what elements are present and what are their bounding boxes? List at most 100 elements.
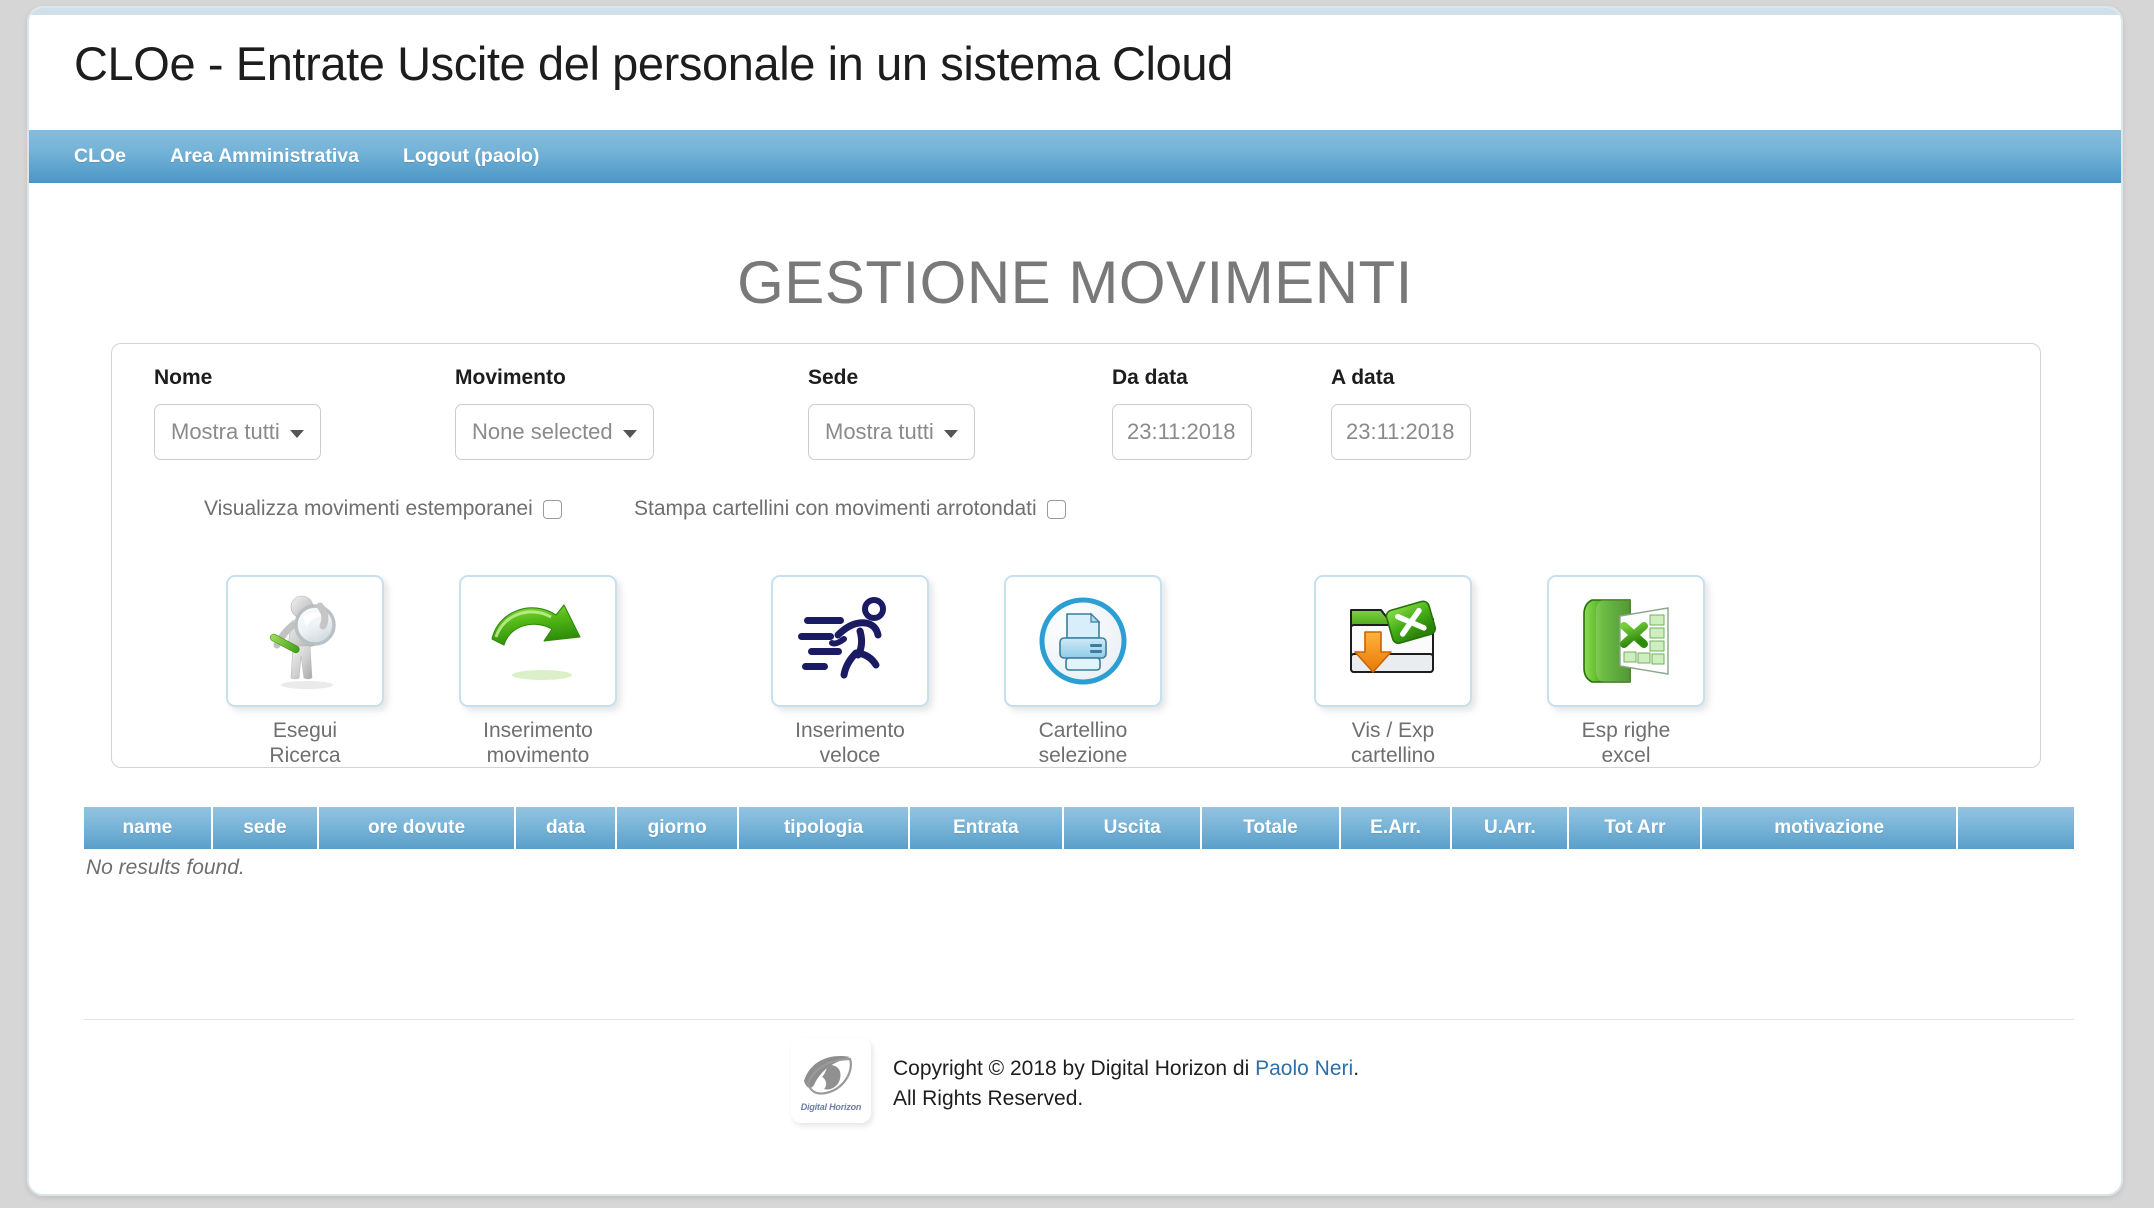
action-tile-inserimento-movimento <box>459 575 617 707</box>
field-group-movimento: Movimento None selected <box>455 366 654 460</box>
sede-dropdown[interactable]: Mostra tutti <box>808 404 975 460</box>
excel-sheet-icon <box>1583 599 1669 683</box>
field-group-sede: Sede Mostra tutti <box>808 366 975 460</box>
table-header-row: name sede ore dovute data giorno tipolog… <box>84 807 2074 849</box>
printer-circle-icon <box>1039 597 1127 685</box>
copyright-prefix: Copyright © 2018 by Digital Horizon di <box>892 1057 1256 1080</box>
action-label-line1: Cartellino <box>1038 719 1128 742</box>
nome-dropdown[interactable]: Mostra tutti <box>154 404 321 460</box>
label-nome: Nome <box>154 366 213 389</box>
action-label-line2: movimento <box>486 743 590 767</box>
label-a-data: A data <box>1331 366 1395 389</box>
action-inserimento-veloce[interactable]: Inserimento veloce <box>771 575 929 769</box>
browser-page-frame: CLOe - Entrate Uscite del personale in u… <box>27 6 2123 1196</box>
action-label-line2: Ricerca <box>269 743 341 767</box>
action-vis-exp-cartellino[interactable]: Vis / Exp cartellino <box>1314 575 1472 769</box>
action-label-line1: Esp righe <box>1581 719 1671 742</box>
footer-divider <box>84 1019 2074 1020</box>
copyright-line2: All Rights Reserved. <box>892 1087 1084 1111</box>
action-button-bar: Esegui Ricerca Inserimento movimento Ins… <box>29 523 2121 767</box>
col-data[interactable]: data <box>513 807 618 849</box>
empty-state-message: No results found. <box>86 856 245 879</box>
excel-folder-download-icon <box>1350 600 1437 673</box>
col-sede[interactable]: sede <box>210 807 320 849</box>
eye-logo-icon <box>803 1056 852 1095</box>
movimento-dropdown[interactable]: None selected <box>455 404 654 460</box>
screenshot-viewport: CLOe - Entrate Uscite del personale in u… <box>0 0 2154 1208</box>
results-table: name sede ore dovute data giorno tipolog… <box>84 807 2074 849</box>
checkbox-row-arrotondati: Stampa cartellini con movimenti arrotond… <box>634 497 1066 521</box>
action-tile-inserimento-veloce <box>771 575 929 707</box>
action-esegui-ricerca[interactable]: Esegui Ricerca <box>226 575 384 769</box>
action-label-line2: selezione <box>1038 743 1128 767</box>
action-label-line1: Inserimento <box>795 719 905 742</box>
field-group-nome: Nome Mostra tutti <box>154 366 321 460</box>
col-giorno[interactable]: giorno <box>615 807 740 849</box>
a-data-input[interactable] <box>1331 404 1471 460</box>
label-da-data: Da data <box>1112 366 1188 389</box>
running-man-icon <box>798 597 886 679</box>
checkbox-estemporanei[interactable] <box>542 499 562 519</box>
author-link[interactable]: Paolo Neri <box>1255 1057 1353 1080</box>
checkbox-arrotondati[interactable] <box>1046 499 1066 519</box>
action-label-line2: cartellino <box>1350 743 1436 767</box>
action-label-cartellino-selezione: Cartellino selezione <box>1004 719 1162 769</box>
col-uscita[interactable]: Uscita <box>1061 807 1203 849</box>
action-label-line2: excel <box>1601 743 1651 767</box>
section-heading: GESTIONE MOVIMENTI <box>737 249 1413 316</box>
movimento-dropdown-value: None selected <box>472 419 613 444</box>
col-u-arr[interactable]: U.Arr. <box>1450 807 1570 849</box>
action-label-line1: Inserimento <box>483 719 593 742</box>
chevron-down-icon <box>622 430 637 438</box>
action-label-line1: Vis / Exp <box>1351 719 1435 742</box>
footer-inner: Digital Horizon Copyright © 2018 by Digi… <box>790 1038 1359 1123</box>
checkbox-row-estemporanei: Visualizza movimenti estemporanei <box>204 497 562 521</box>
col-motivazione[interactable]: motivazione <box>1700 807 1958 849</box>
field-group-a-data: A data <box>1331 366 1471 460</box>
chevron-down-icon <box>289 430 304 438</box>
nav-item-area-amministrativa[interactable]: Area Amministrativa <box>170 145 359 168</box>
checkbox-label-arrotondati: Stampa cartellini con movimenti arrotond… <box>634 497 1037 520</box>
col-actions <box>1955 807 2074 849</box>
chevron-down-icon <box>943 430 958 438</box>
col-tipologia[interactable]: tipologia <box>737 807 910 849</box>
col-tot-arr[interactable]: Tot Arr <box>1567 807 1703 849</box>
col-e-arr[interactable]: E.Arr. <box>1338 807 1453 849</box>
action-tile-cartellino-selezione <box>1004 575 1162 707</box>
action-esp-righe-excel[interactable]: Esp righe excel <box>1547 575 1705 769</box>
action-label-line1: Esegui <box>272 719 338 742</box>
col-totale[interactable]: Totale <box>1200 807 1341 849</box>
nav-item-cloe[interactable]: CLOe <box>74 145 126 168</box>
nav-item-logout[interactable]: Logout (paolo) <box>403 145 539 168</box>
col-ore-dovute[interactable]: ore dovute <box>317 807 516 849</box>
action-cartellino-selezione[interactable]: Cartellino selezione <box>1004 575 1162 769</box>
label-sede: Sede <box>808 366 859 389</box>
copyright-line1: Copyright © 2018 by Digital Horizon di P… <box>893 1054 1359 1084</box>
action-label-inserimento-movimento: Inserimento movimento <box>459 719 617 769</box>
action-tile-esp-righe-excel <box>1547 575 1705 707</box>
action-label-inserimento-veloce: Inserimento veloce <box>771 719 929 769</box>
green-arrow-icon <box>491 604 581 680</box>
label-movimento: Movimento <box>455 366 566 389</box>
action-label-vis-exp-cartellino: Vis / Exp cartellino <box>1314 719 1472 769</box>
top-accent-strip <box>29 8 2121 15</box>
checkbox-label-estemporanei: Visualizza movimenti estemporanei <box>204 497 533 520</box>
copyright-suffix: . <box>1353 1057 1360 1080</box>
action-tile-esegui-ricerca <box>226 575 384 707</box>
person-magnifier-icon <box>269 595 336 689</box>
da-data-input[interactable] <box>1112 404 1252 460</box>
col-name[interactable]: name <box>84 807 213 849</box>
digital-horizon-logo: Digital Horizon <box>790 1038 871 1123</box>
copyright-text: Copyright © 2018 by Digital Horizon di P… <box>893 1038 1359 1115</box>
action-inserimento-movimento[interactable]: Inserimento movimento <box>459 575 617 769</box>
action-label-esp-righe-excel: Esp righe excel <box>1547 719 1705 769</box>
main-navbar: CLOe Area Amministrativa Logout (paolo) <box>29 130 2121 183</box>
col-entrata[interactable]: Entrata <box>907 807 1064 849</box>
action-label-line2: veloce <box>819 743 881 767</box>
nome-dropdown-value: Mostra tutti <box>171 419 280 444</box>
page-footer: Digital Horizon Copyright © 2018 by Digi… <box>29 1038 2121 1123</box>
action-tile-vis-exp-cartellino <box>1314 575 1472 707</box>
logo-wordmark: Digital Horizon <box>800 1102 862 1112</box>
field-group-da-data: Da data <box>1112 366 1252 460</box>
page-title: CLOe - Entrate Uscite del personale in u… <box>74 37 1233 90</box>
